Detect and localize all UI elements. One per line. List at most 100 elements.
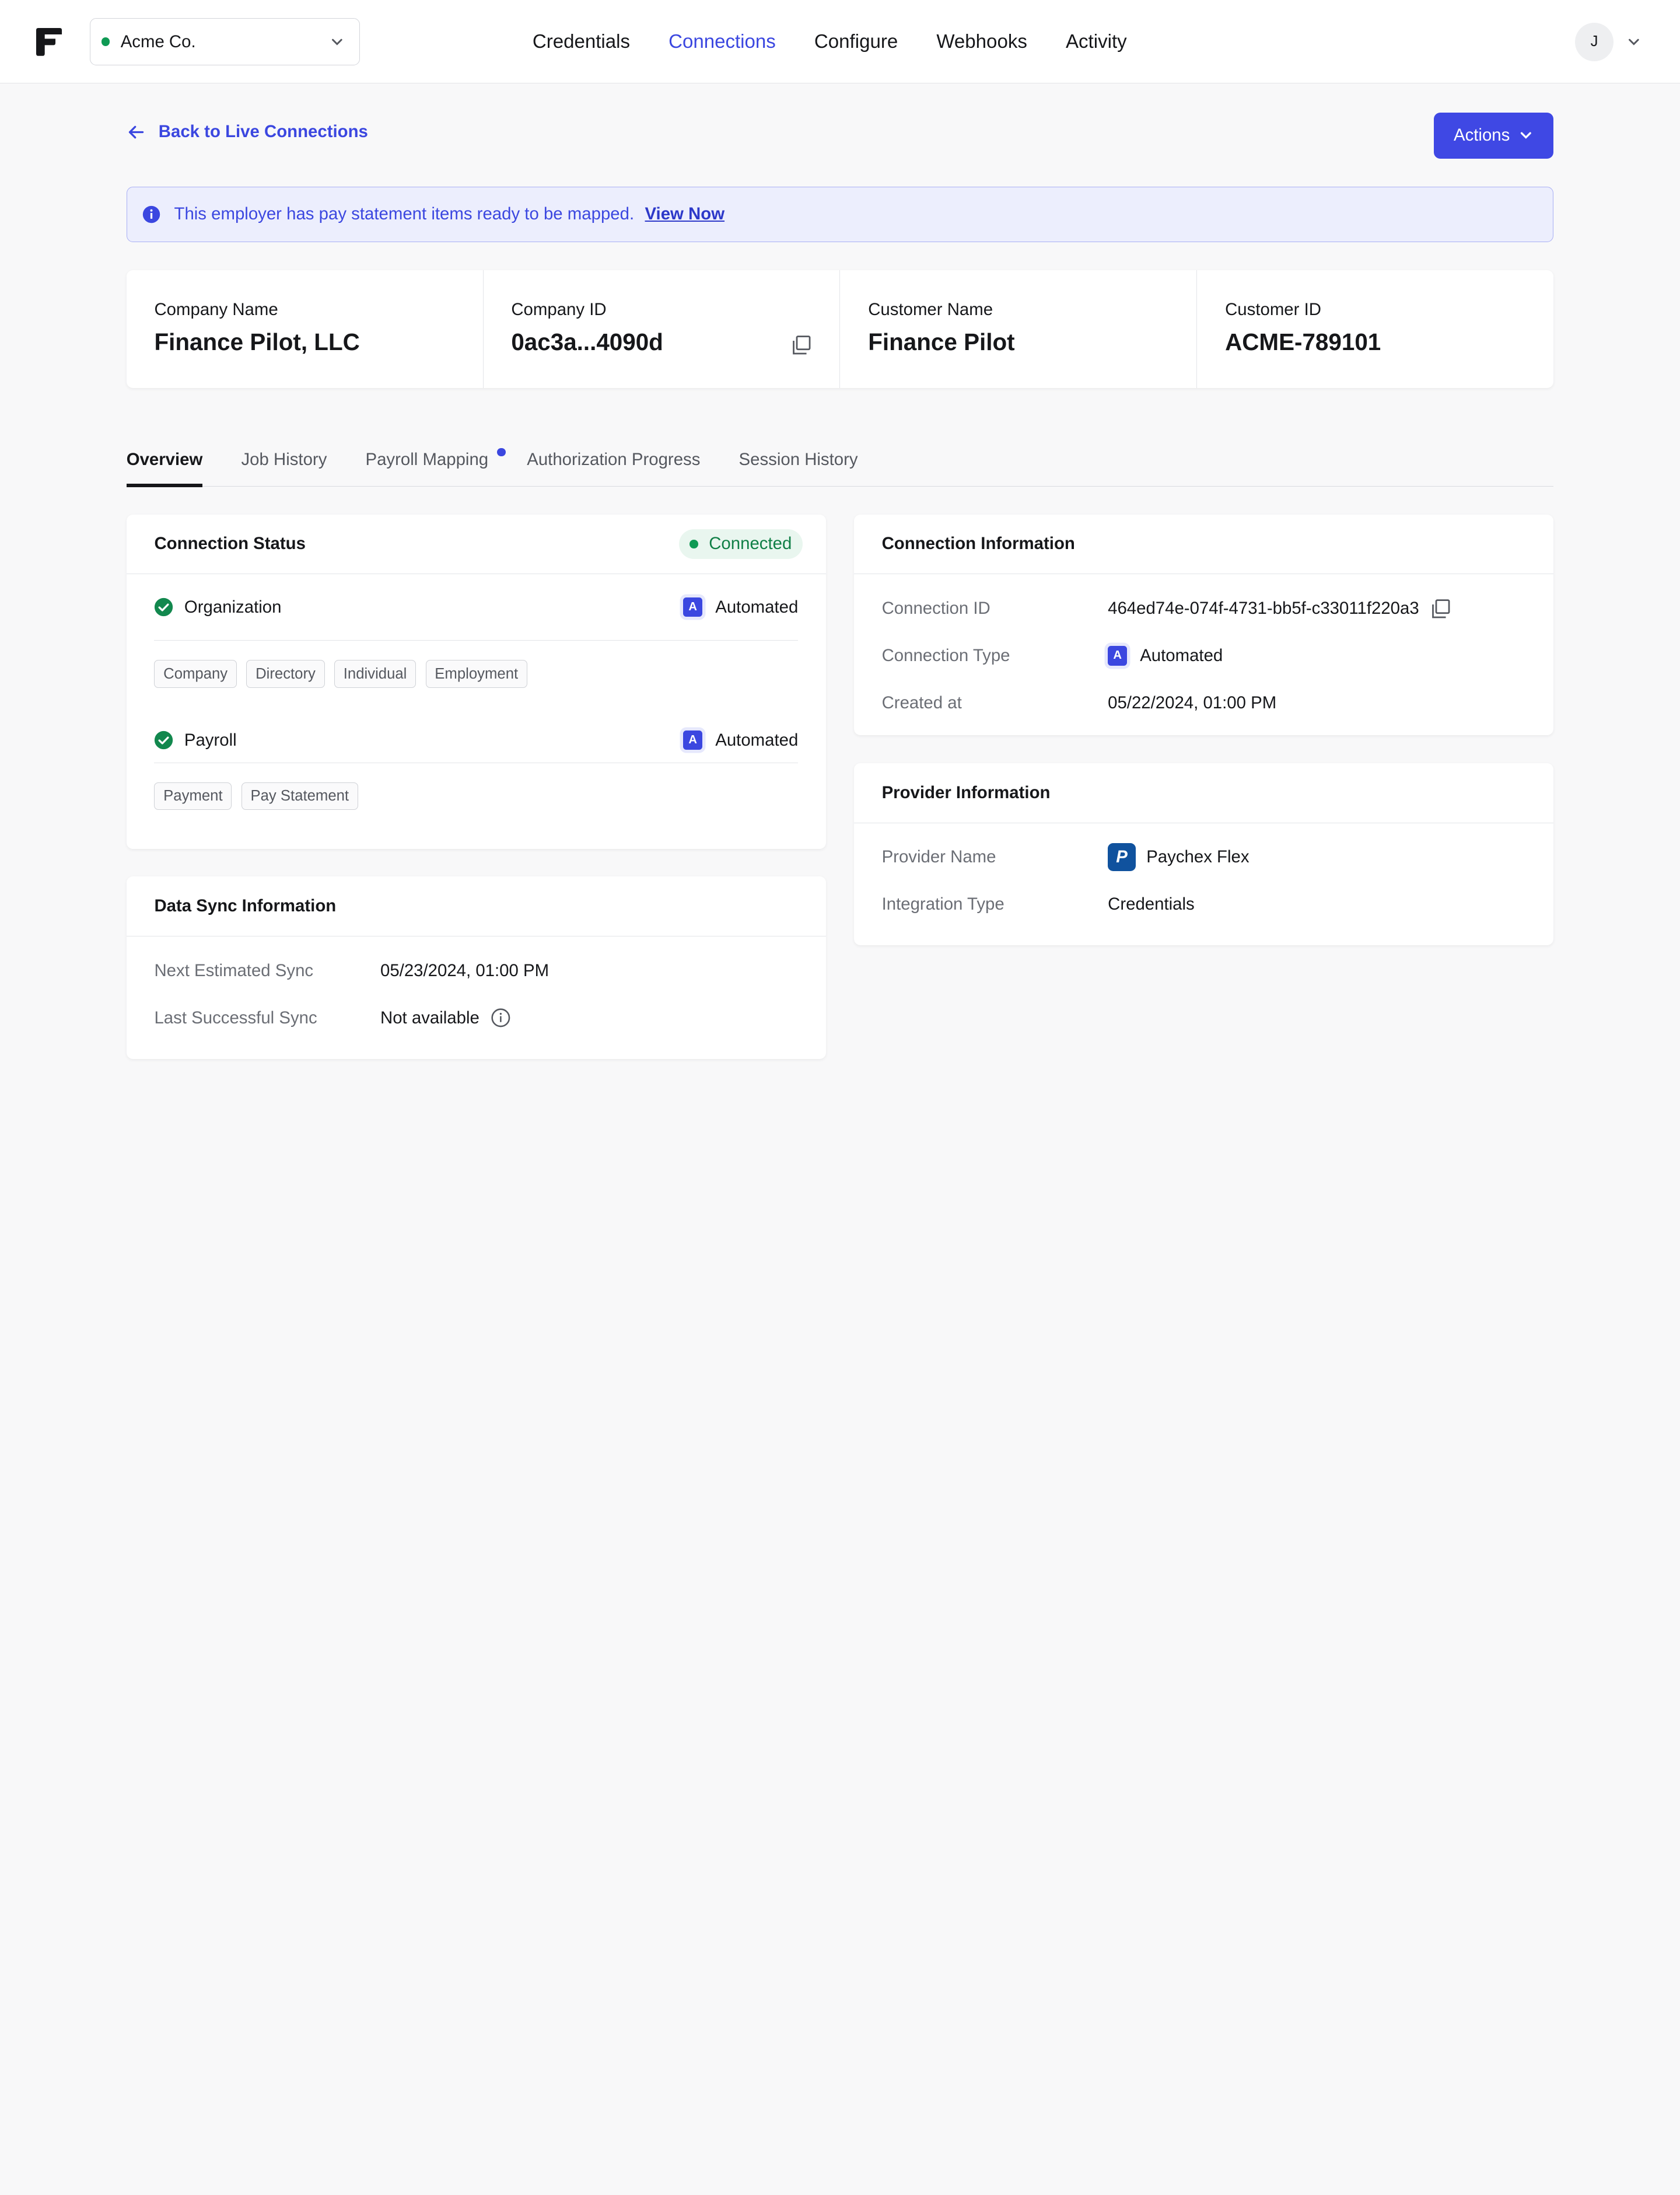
summary-label: Customer ID [1225,300,1321,320]
info-banner: This employer has pay statement items re… [126,186,1554,243]
main-nav: Credentials Connections Configure Webhoo… [533,0,1166,83]
provider-info-rows: Provider Name P Paychex Flex Integration… [854,823,1553,928]
kv-row: Integration Type Credentials [882,881,1526,928]
kv-value-text: Automated [1140,645,1223,665]
tab-overview[interactable]: Overview [126,437,203,488]
nav-configure[interactable]: Configure [814,31,898,53]
view-now-link[interactable]: View Now [645,204,724,224]
group-left: Organization [154,597,281,617]
summary-label: Company ID [511,300,607,320]
summary-company-name: Company Name Finance Pilot, LLC [127,270,484,388]
org-selector[interactable]: Acme Co. [90,18,360,66]
card-header: Provider Information [853,763,1554,823]
summary-value: Finance Pilot [868,328,1015,355]
summary-label: Customer Name [868,300,993,320]
summary-card: Company Name Finance Pilot, LLC Company … [126,270,1554,388]
product-chips: Company Directory Individual Employment [154,641,798,718]
status-dot [690,540,698,548]
connection-info-rows: Connection ID 464ed74e-074f-4731-bb5f-c3… [854,574,1553,726]
automated-badge-icon: A [683,730,703,750]
org-status-dot [101,37,110,46]
kv-label: Created at [881,693,962,712]
kv-label: Connection ID [881,599,991,618]
summary-company-id: Company ID 0ac3a...4090d [484,270,841,388]
automated-badge-icon: A [683,597,703,617]
card-header: Data Sync Information [126,876,827,937]
card-header: Connection Status Connected [126,515,827,575]
main-content: Back to Live Connections Actions This em… [126,83,1554,1059]
kv-row: Connection ID 464ed74e-074f-4731-bb5f-c3… [882,585,1526,632]
product-chip: Pay Statement [241,782,358,810]
kv-label: Last Successful Sync [154,1008,317,1027]
product-group-payroll: Payroll A Automated Payment Pay Statemen… [154,718,799,843]
kv-row: Last Successful Sync Not available [154,994,798,1041]
summary-label: Company Name [154,300,278,320]
kv-value-text: Not available [380,1008,480,1027]
notification-dot [496,448,506,457]
kv-row: Connection Type A Automated [882,632,1526,680]
automated-indicator: A Automated [683,597,798,617]
summary-customer-name: Customer Name Finance Pilot [840,270,1198,388]
kv-value: Credentials [1108,894,1195,914]
kv-row: Next Estimated Sync 05/23/2024, 01:00 PM [154,948,798,995]
product-chip: Employment [425,660,527,688]
tab-authorization-progress[interactable]: Authorization Progress [527,437,700,485]
status-badge: Connected [678,529,803,560]
kv-value: A Automated [1108,646,1223,666]
check-circle-icon [155,730,173,750]
finch-logo-icon[interactable] [36,27,62,56]
kv-row: Provider Name P Paychex Flex [882,834,1526,881]
check-circle-icon [155,598,173,617]
data-sync-card: Data Sync Information Next Estimated Syn… [126,876,827,1059]
provider-info-card: Provider Information Provider Name P Pay… [853,763,1554,945]
product-group-organization: Organization A Automated Company Directo… [154,574,799,718]
summary-value: ACME-789101 [1225,328,1381,355]
group-name: Payroll [184,730,237,750]
kv-value-text: Paychex Flex [1146,847,1250,867]
group-row: Organization A Automated [154,574,799,641]
copy-icon[interactable] [790,334,812,356]
tab-bar: Overview Job History Payroll Mapping Aut… [126,437,1554,488]
page-header: Back to Live Connections Actions [127,83,1554,186]
kv-label: Provider Name [881,847,996,867]
tab-job-history[interactable]: Job History [241,437,327,485]
nav-connections[interactable]: Connections [668,31,776,53]
kv-value: 05/23/2024, 01:00 PM [380,960,550,980]
info-outline-icon[interactable] [490,1007,512,1029]
card-title: Data Sync Information [154,896,337,916]
group-left: Payroll [154,730,237,750]
card-title: Connection Status [154,534,306,554]
product-chip: Company [154,660,237,688]
summary-customer-id: Customer ID ACME-789101 [1197,270,1553,388]
user-menu[interactable]: J [1574,22,1642,61]
back-link-label: Back to Live Connections [158,122,368,142]
kv-value: 464ed74e-074f-4731-bb5f-c33011f220a3 [1108,598,1451,620]
product-chips: Payment Pay Statement [154,763,798,843]
product-chip: Individual [334,660,416,688]
banner-text: This employer has pay statement items re… [174,204,635,224]
nav-activity[interactable]: Activity [1066,31,1127,53]
nav-webhooks[interactable]: Webhooks [936,31,1027,53]
card-header: Connection Information [853,515,1554,575]
nav-credentials[interactable]: Credentials [533,31,630,53]
connection-id-value: 464ed74e-074f-4731-bb5f-c33011f220a3 [1108,599,1419,618]
copy-icon[interactable] [1430,598,1451,620]
chevron-down-icon [1629,39,1639,46]
actions-button[interactable]: Actions [1433,112,1554,159]
automated-label: Automated [715,597,799,617]
kv-row: Created at 05/22/2024, 01:00 PM [882,679,1526,726]
avatar: J [1574,22,1614,61]
connection-status-card: Connection Status Connected Organization… [126,514,827,849]
chevron-down-icon [331,39,342,46]
kv-value: P Paychex Flex [1108,843,1250,872]
back-link[interactable]: Back to Live Connections [127,122,368,142]
summary-value: Finance Pilot, LLC [154,328,360,355]
tab-payroll-mapping[interactable]: Payroll Mapping [366,437,506,485]
kv-label: Connection Type [881,645,1010,665]
automated-indicator: A Automated [683,730,798,750]
tab-session-history[interactable]: Session History [739,437,858,485]
group-name: Organization [184,597,282,617]
chevron-down-icon [1520,132,1531,139]
kv-value: Not available [380,1007,512,1029]
summary-value: 0ac3a...4090d [511,328,663,355]
